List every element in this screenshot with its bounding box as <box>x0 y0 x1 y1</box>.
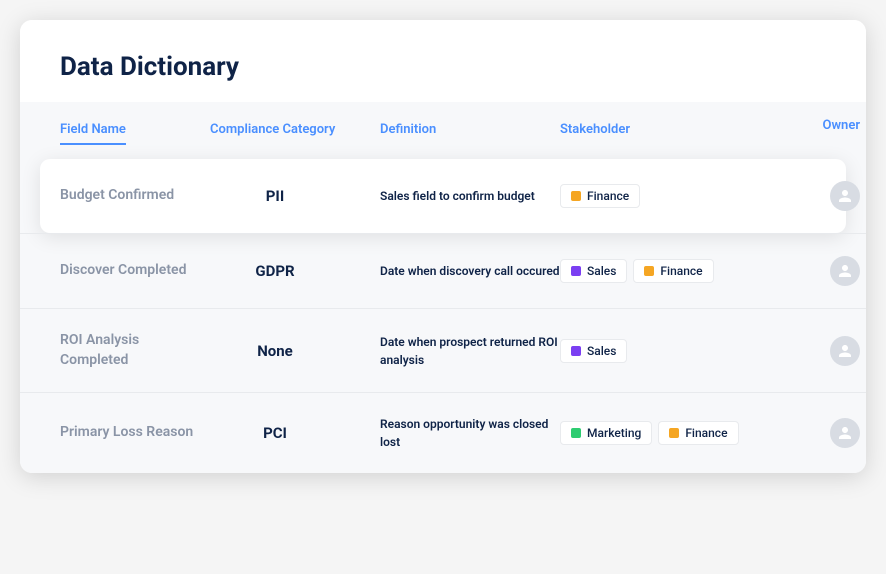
column-header-definition[interactable]: Definition <box>380 122 436 137</box>
person-icon <box>836 424 854 442</box>
tag-swatch-icon <box>571 428 581 438</box>
person-icon <box>836 187 854 205</box>
tag-swatch-icon <box>644 266 654 276</box>
column-header-compliance[interactable]: Compliance Category <box>210 122 335 137</box>
stakeholder-tag-label: Sales <box>587 344 616 358</box>
column-header-stakeholder[interactable]: Stakeholder <box>560 122 630 137</box>
stakeholders-cell: Sales Finance <box>560 259 760 283</box>
compliance-cell: PII <box>210 187 380 205</box>
avatar[interactable] <box>830 336 860 366</box>
table-section: Field Name Compliance Category Definitio… <box>20 102 866 473</box>
title-section: Data Dictionary <box>20 20 866 102</box>
field-name-cell: Discover Completed <box>60 261 210 281</box>
owner-cell <box>760 256 860 286</box>
definition-cell: Date when discovery call occured <box>380 262 560 280</box>
definition-cell: Sales field to confirm budget <box>380 187 560 205</box>
stakeholder-tag-label: Finance <box>587 189 629 203</box>
avatar[interactable] <box>830 256 860 286</box>
tag-swatch-icon <box>571 191 581 201</box>
field-name-cell: ROI Analysis Completed <box>60 331 210 370</box>
stakeholder-tag[interactable]: Finance <box>633 259 713 283</box>
avatar[interactable] <box>830 181 860 211</box>
column-header-field-name[interactable]: Field Name <box>60 122 126 145</box>
field-name-cell: Budget Confirmed <box>60 186 210 206</box>
owner-cell <box>760 418 860 448</box>
stakeholder-tag[interactable]: Marketing <box>560 421 652 445</box>
stakeholder-tag[interactable]: Finance <box>560 184 640 208</box>
person-icon <box>836 342 854 360</box>
tag-swatch-icon <box>571 346 581 356</box>
stakeholders-cell: Finance <box>560 184 760 208</box>
stakeholder-tag-label: Sales <box>587 264 616 278</box>
definition-cell: Reason opportunity was closed lost <box>380 415 560 451</box>
person-icon <box>836 262 854 280</box>
definition-cell: Date when prospect returned ROI analysis <box>380 333 560 369</box>
compliance-cell: GDPR <box>210 262 380 280</box>
stakeholder-tag-label: Finance <box>685 426 727 440</box>
data-dictionary-card: Data Dictionary Field Name Compliance Ca… <box>20 20 866 473</box>
owner-cell <box>760 336 860 366</box>
field-name-cell: Primary Loss Reason <box>60 423 210 443</box>
owner-cell <box>760 181 860 211</box>
stakeholder-tag[interactable]: Finance <box>658 421 738 445</box>
column-header-owner[interactable]: Owner <box>760 118 860 133</box>
stakeholder-tag[interactable]: Sales <box>560 339 627 363</box>
stakeholder-tag-label: Finance <box>660 264 702 278</box>
tag-swatch-icon <box>571 266 581 276</box>
page-title: Data Dictionary <box>60 52 826 82</box>
stakeholders-cell: Marketing Finance <box>560 421 760 445</box>
compliance-cell: PCI <box>210 424 380 442</box>
stakeholders-cell: Sales <box>560 339 760 363</box>
table-row[interactable]: Discover CompletedGDPRDate when discover… <box>20 233 866 308</box>
stakeholder-tag[interactable]: Sales <box>560 259 627 283</box>
table-row[interactable]: Primary Loss ReasonPCIReason opportunity… <box>20 392 866 473</box>
stakeholder-tag-label: Marketing <box>587 426 641 440</box>
compliance-cell: None <box>210 342 380 360</box>
table-header-row: Field Name Compliance Category Definitio… <box>20 102 866 159</box>
avatar[interactable] <box>830 418 860 448</box>
table-row[interactable]: ROI Analysis CompletedNoneDate when pros… <box>20 308 866 392</box>
tag-swatch-icon <box>669 428 679 438</box>
table-row[interactable]: Budget ConfirmedPIISales field to confir… <box>40 159 846 233</box>
